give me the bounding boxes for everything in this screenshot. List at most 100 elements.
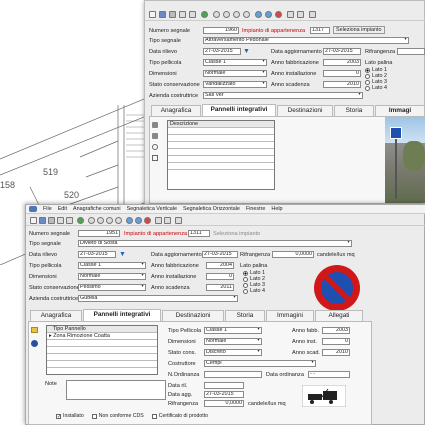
panel-n-ordinanza-field[interactable]: [204, 371, 262, 378]
save-icon[interactable]: [159, 11, 166, 18]
last-icon[interactable]: [243, 11, 250, 18]
copy-icon[interactable]: [189, 11, 196, 18]
table-row[interactable]: [47, 361, 157, 368]
data-rilievo-field[interactable]: 27-03-2015: [78, 251, 116, 258]
cut-icon[interactable]: [57, 217, 64, 224]
filter-icon[interactable]: [164, 217, 171, 224]
data-rilievo-field[interactable]: 27-03-2015: [203, 48, 241, 55]
refresh-icon[interactable]: [201, 11, 208, 18]
tab-destinazioni[interactable]: Destinazioni: [162, 310, 224, 321]
numero-segnale-field[interactable]: 1951: [78, 230, 120, 237]
rifrangenza-field[interactable]: [397, 48, 425, 55]
new-icon[interactable]: [149, 11, 156, 18]
refresh-icon[interactable]: [77, 217, 84, 224]
panel-anno-inst-field[interactable]: 0: [322, 338, 350, 345]
anno-fabbricazione-field[interactable]: 2004: [206, 262, 234, 269]
stato-conservazione-select[interactable]: Vandalizzato: [203, 81, 267, 88]
report-icon[interactable]: [175, 217, 182, 224]
anno-fabbricazione-field[interactable]: 2003: [323, 59, 361, 66]
impianto-field[interactable]: 1317: [310, 27, 330, 34]
menu-segnaletica-orizzontale[interactable]: Segnaletica Orizzontale: [183, 205, 240, 213]
tipo-pellicola-select[interactable]: Classe 1: [203, 59, 267, 66]
print-icon[interactable]: [48, 217, 55, 224]
next-icon[interactable]: [106, 217, 113, 224]
table-row[interactable]: [47, 347, 157, 354]
tab-immagini[interactable]: Immagini: [266, 310, 314, 321]
anno-installazione-field[interactable]: 0: [323, 70, 361, 77]
add-icon[interactable]: [126, 217, 133, 224]
first-icon[interactable]: [213, 11, 220, 18]
table-row[interactable]: [47, 340, 157, 347]
impianto-link[interactable]: Impianto di appartenenza: [242, 28, 305, 34]
back-tab-anagrafica[interactable]: Anagrafica: [151, 105, 201, 116]
delete-icon[interactable]: [144, 217, 151, 224]
print-icon[interactable]: [169, 11, 176, 18]
back-panel-icon-1[interactable]: [152, 122, 158, 128]
delete-row-icon[interactable]: [31, 340, 38, 347]
table-row[interactable]: ▸ Zona Rimozione Coatta: [47, 333, 157, 340]
tab-storia[interactable]: Storia: [225, 310, 265, 321]
table-row[interactable]: [168, 163, 274, 170]
copy-icon[interactable]: [66, 217, 73, 224]
new-icon[interactable]: [30, 217, 37, 224]
menu-finestre[interactable]: Finestre: [246, 205, 265, 213]
edit-icon[interactable]: [265, 11, 272, 18]
impianto-link[interactable]: Impianto di appartenenza: [124, 231, 187, 237]
edit-icon[interactable]: [135, 217, 142, 224]
panel-costruttore-select[interactable]: Cempi: [204, 360, 316, 367]
next-icon[interactable]: [233, 11, 240, 18]
prev-icon[interactable]: [223, 11, 230, 18]
table-row[interactable]: [47, 354, 157, 361]
tipo-segnale-select[interactable]: Attraversamento Pedonale: [203, 37, 409, 44]
note-field[interactable]: [66, 380, 166, 400]
cut-icon[interactable]: [179, 11, 186, 18]
non-conforme-checkbox[interactable]: Non conforme CDS: [91, 413, 144, 419]
back-tab-immagini[interactable]: Immagi: [375, 105, 425, 116]
calendar-icon[interactable]: ▼: [243, 48, 250, 55]
certificato-checkbox[interactable]: Certificato di prodotto: [151, 413, 208, 419]
menu-help[interactable]: Help: [271, 205, 282, 213]
tab-anagrafica[interactable]: Anagrafica: [30, 310, 82, 321]
add-icon[interactable]: [255, 11, 262, 18]
back-panel-icon-4[interactable]: [152, 155, 158, 161]
panel-data-ril-field[interactable]: [204, 382, 244, 389]
rifrangenza-field[interactable]: 0,0000: [272, 251, 314, 258]
panel-data-agg-field[interactable]: 27-03-2015: [204, 391, 244, 398]
panel-tipo-pellicola-select[interactable]: Classe 1: [204, 327, 262, 334]
table-row[interactable]: [168, 142, 274, 149]
table-row[interactable]: [168, 128, 274, 135]
azienda-select[interactable]: Sali Ver: [203, 92, 363, 99]
installato-checkbox[interactable]: ✓ Installato: [56, 413, 84, 419]
stato-conservazione-select[interactable]: Pessimo: [78, 284, 146, 291]
back-panel-icon-3[interactable]: [152, 144, 158, 150]
table-row[interactable]: [168, 135, 274, 142]
calendar-icon[interactable]: ▼: [119, 251, 126, 258]
anno-scadenza-field[interactable]: 2010: [323, 81, 361, 88]
back-tab-destinazioni[interactable]: Destinazioni: [277, 105, 333, 116]
pannelli-grid[interactable]: Tipo Pannello ▸ Zona Rimozione Coatta: [46, 325, 158, 375]
table-row[interactable]: [168, 156, 274, 163]
dimensioni-select[interactable]: Normale: [203, 70, 267, 77]
last-icon[interactable]: [115, 217, 122, 224]
menu-segnaletica-verticale[interactable]: Segnaletica Verticale: [127, 205, 177, 213]
table-row[interactable]: [168, 149, 274, 156]
panel-anno-scad-field[interactable]: 2010: [322, 349, 350, 356]
search-icon[interactable]: [287, 11, 294, 18]
delete-icon[interactable]: [275, 11, 282, 18]
first-icon[interactable]: [88, 217, 95, 224]
panel-stato-select[interactable]: Discreto: [204, 349, 262, 356]
search-icon[interactable]: [155, 217, 162, 224]
lato-radio-4[interactable]: Lato 4: [243, 288, 265, 294]
panel-anno-fabb-field[interactable]: 2003: [322, 327, 350, 334]
panel-dimensioni-select[interactable]: Normale: [204, 338, 262, 345]
back-tab-pannelli[interactable]: Pannelli integrativi: [202, 104, 276, 116]
save-icon[interactable]: [39, 217, 46, 224]
prev-icon[interactable]: [97, 217, 104, 224]
impianto-field[interactable]: 1311: [188, 230, 210, 237]
back-tab-storia[interactable]: Storia: [334, 105, 374, 116]
tab-allegati[interactable]: Allegati: [315, 310, 363, 321]
numero-segnale-field[interactable]: 1960: [203, 27, 239, 34]
azienda-select[interactable]: Gubela: [78, 295, 238, 302]
menu-file[interactable]: File: [43, 205, 52, 213]
data-aggiornamento-field[interactable]: 27-03-2015: [202, 251, 238, 258]
